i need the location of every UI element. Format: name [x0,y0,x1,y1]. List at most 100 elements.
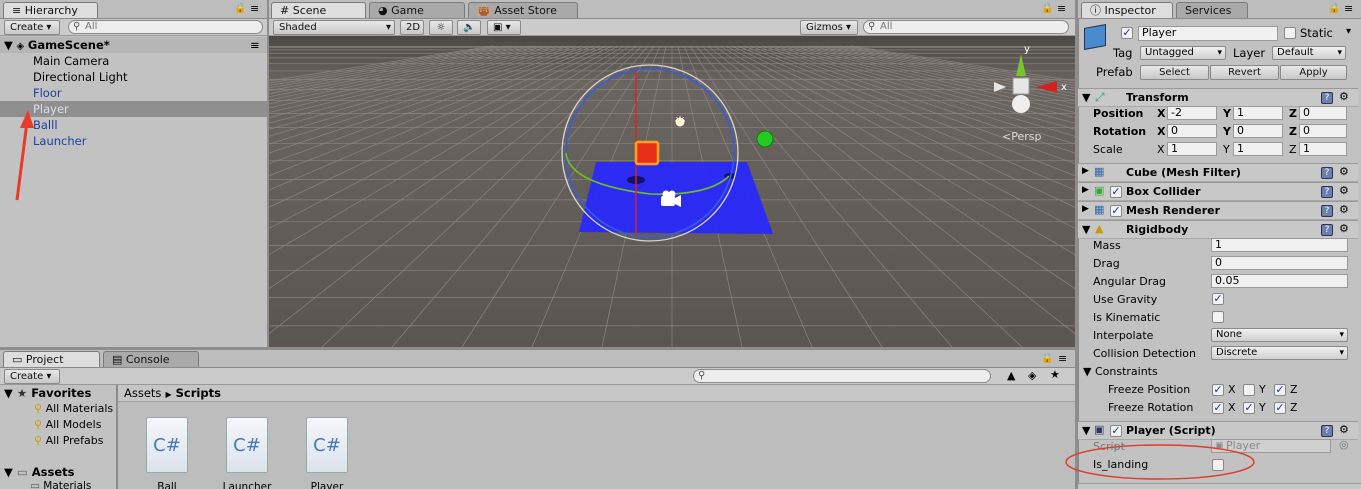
hierarchy-item[interactable]: Balll [0,117,267,133]
component-header[interactable]: ▶ ▦ Cube (Mesh Filter)? ⚙ [1078,163,1358,182]
panel-menu-icon[interactable]: ≡ [250,2,259,15]
prefab-apply-button[interactable]: Apply [1280,65,1347,80]
favorites-row[interactable]: ▼ ★ Favorites [4,385,91,401]
audio-toggle-button[interactable]: 🔈 [457,20,481,35]
hierarchy-create-button[interactable]: Create ▾ [4,20,60,35]
help-book-icon[interactable]: ? [1321,205,1333,217]
rotation-z-field[interactable]: 0 [1299,124,1347,138]
scene-menu-icon[interactable]: ≡ [250,37,260,53]
tab-console[interactable]: ▤ Console [103,351,199,367]
persp-label[interactable]: <Persp [1002,130,1041,143]
panel-menu-icon[interactable]: ≡ [1058,352,1067,365]
hierarchy-item[interactable]: Player [0,101,267,117]
player-script-header[interactable]: ▼ ▣ ✓ Player (Script) ? ⚙ [1078,421,1358,440]
rotation-y-field[interactable]: 0 [1233,124,1283,138]
hierarchy-search-input[interactable]: ⚲ All [68,20,263,34]
tab-hierarchy[interactable]: ≡ Hierarchy [3,2,98,18]
project-create-button[interactable]: Create ▾ [4,369,60,384]
lock-icon[interactable]: 🔒 [1328,3,1340,14]
is-kinematic-checkbox[interactable] [1212,311,1224,323]
angular-drag-field[interactable]: 0.05 [1211,274,1348,288]
panel-menu-icon[interactable]: ≡ [1344,2,1353,15]
breadcrumb-scripts[interactable]: Scripts [176,386,221,400]
folder-row-materials[interactable]: ▭ Materials [30,478,91,489]
position-z-field[interactable]: 0 [1299,106,1347,120]
mass-field[interactable]: 1 [1211,238,1348,252]
object-name-field[interactable]: Player [1138,26,1278,41]
light-gizmo-icon[interactable]: ☼ [674,114,687,130]
toggle-2d-button[interactable]: 2D [400,20,424,35]
object-active-checkbox[interactable]: ✓ [1121,27,1133,39]
gear-icon[interactable]: ⚙ [1339,222,1349,235]
script-file-item[interactable]: C# Player [302,415,352,489]
interpolate-dropdown[interactable]: None [1211,328,1348,342]
rotation-x-field[interactable]: 0 [1167,124,1217,138]
lock-icon[interactable]: 🔒 [1041,3,1053,14]
component-header[interactable]: ▶ ▦ ✓ Mesh Renderer? ⚙ [1078,201,1358,220]
hierarchy-item[interactable]: Main Camera [0,53,267,69]
lock-icon[interactable]: 🔒 [1041,353,1053,364]
scale-x-field[interactable]: 1 [1167,142,1217,156]
script-file-item[interactable]: C# Launcher [222,415,272,489]
collision-detection-dropdown[interactable]: Discrete [1211,346,1348,360]
freeze-rotation-x-checkbox[interactable]: ✓ [1212,402,1224,414]
freeze-position-y-checkbox[interactable] [1243,384,1255,396]
use-gravity-checkbox[interactable]: ✓ [1212,293,1224,305]
layer-dropdown[interactable]: Default [1272,46,1346,60]
scene-root-row[interactable]: ▼ ◈ GameScene* ≡ [0,37,267,53]
help-book-icon[interactable]: ? [1321,425,1333,437]
help-book-icon[interactable]: ? [1321,224,1333,236]
constraints-row[interactable]: ▼ Constraints [1083,365,1158,378]
position-y-field[interactable]: 1 [1233,106,1283,120]
breadcrumb-assets[interactable]: Assets [124,386,161,400]
panel-menu-icon[interactable]: ≡ [1057,2,1066,15]
chevron-down-icon[interactable]: ▾ [1346,26,1351,37]
player-script-enabled-checkbox[interactable]: ✓ [1110,425,1122,437]
prefab-select-button[interactable]: Select [1140,65,1209,80]
lock-icon[interactable]: 🔒 [234,3,246,14]
lighting-toggle-button[interactable]: ☼ [429,20,453,35]
gear-icon[interactable]: ⚙ [1339,165,1349,178]
component-enabled-checkbox[interactable]: ✓ [1110,186,1122,198]
tab-scene[interactable]: # Scene [271,2,366,18]
rigidbody-header[interactable]: ▼ ▲ Rigidbody ? ⚙ [1078,220,1358,239]
static-checkbox[interactable] [1284,27,1296,39]
tab-asset-store[interactable]: 👜 Asset Store [468,2,578,18]
hierarchy-item[interactable]: Directional Light [0,69,267,85]
component-header[interactable]: ▶ ▣ ✓ Box Collider? ⚙ [1078,182,1358,201]
position-x-field[interactable]: -2 [1167,106,1217,120]
help-book-icon[interactable]: ? [1321,186,1333,198]
ball-sphere[interactable] [756,130,774,148]
scale-y-field[interactable]: 1 [1233,142,1283,156]
gear-icon[interactable]: ⚙ [1339,184,1349,197]
help-book-icon[interactable]: ? [1321,167,1333,179]
tab-inspector[interactable]: ⓘ Inspector [1081,2,1173,18]
favorite-search-item[interactable]: ⚲ All Materials [34,401,113,417]
scene-search-input[interactable]: ⚲ All [863,20,1069,34]
component-enabled-checkbox[interactable]: ✓ [1110,205,1122,217]
favorite-star-icon[interactable]: ★ [1050,368,1060,381]
player-cube[interactable] [634,140,660,166]
freeze-position-x-checkbox[interactable]: ✓ [1212,384,1224,396]
effects-dropdown[interactable]: ▣ ▾ [487,20,521,35]
tab-services[interactable]: Services [1176,2,1248,18]
gizmos-dropdown[interactable]: Gizmos ▾ [800,20,858,35]
favorite-search-item[interactable]: ⚲ All Prefabs [34,433,104,449]
hierarchy-item[interactable]: Launcher [0,133,267,149]
drag-field[interactable]: 0 [1211,256,1348,270]
shading-dropdown[interactable]: Shaded ▾ [273,20,395,35]
freeze-rotation-y-checkbox[interactable]: ✓ [1243,402,1255,414]
hierarchy-item[interactable]: Floor [0,85,267,101]
gear-icon[interactable]: ⚙ [1339,90,1349,103]
transform-header[interactable]: ▼ ⤢ Transform ? ⚙ [1078,88,1358,107]
filter-type-icon[interactable]: ▲ [1007,369,1015,382]
scene-viewport[interactable]: ☼ y x <Persp [269,36,1075,347]
filter-label-icon[interactable]: ◈ [1028,369,1036,382]
script-file-item[interactable]: C# Ball [142,415,192,489]
freeze-rotation-z-checkbox[interactable]: ✓ [1274,402,1286,414]
gear-icon[interactable]: ⚙ [1339,423,1349,436]
project-search-input[interactable]: ⚲ [693,369,991,383]
tab-project[interactable]: ▭ Project [3,351,100,367]
scale-z-field[interactable]: 1 [1299,142,1347,156]
prefab-revert-button[interactable]: Revert [1210,65,1279,80]
